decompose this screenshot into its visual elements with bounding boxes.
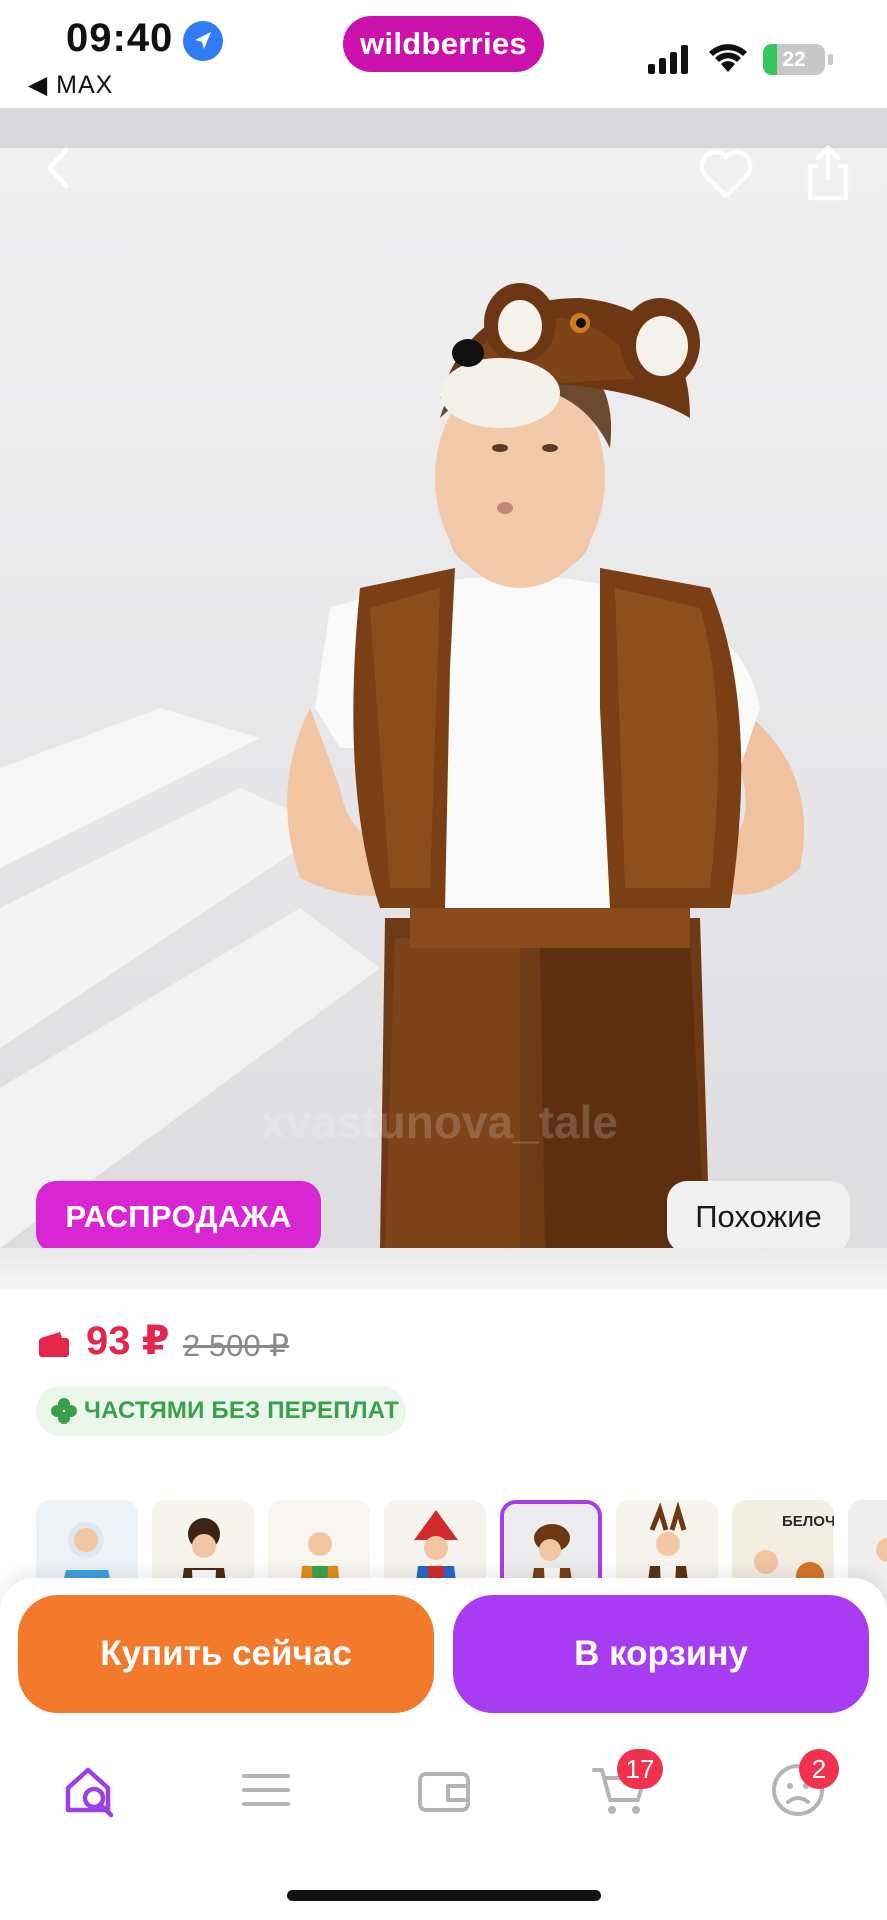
image-watermark: xvastunova_tale [260, 1096, 618, 1148]
favorite-button[interactable] [696, 144, 756, 204]
installment-label: ЧАСТЯМИ БЕЗ ПЕРЕПЛАТ [84, 1397, 399, 1424]
battery-level: 22 [782, 48, 806, 71]
location-arrow-icon [183, 21, 223, 61]
status-time: 09:40 [66, 16, 174, 60]
heart-icon [699, 149, 753, 199]
battery-cap [828, 54, 833, 65]
installment-badge[interactable]: ЧАСТЯМИ БЕЗ ПЕРЕПЛАТ [36, 1386, 406, 1436]
thumbnail-7-title: БЕЛОЧКА [782, 1513, 834, 1530]
battery-icon: 22 [763, 44, 825, 75]
clover-icon [51, 1398, 77, 1424]
brand-logo: wildberries [343, 16, 544, 72]
current-price: 93 ₽ [86, 1319, 170, 1363]
share-button[interactable] [800, 140, 856, 204]
home-indicator [287, 1890, 601, 1901]
share-icon [807, 145, 849, 201]
old-price: 2 500 ₽ [183, 1328, 289, 1363]
buy-now-button[interactable]: Купить сейчас [18, 1595, 434, 1713]
add-to-cart-button[interactable]: В корзину [453, 1595, 869, 1713]
cart-count-badge: 17 [617, 1749, 663, 1789]
profile-notification-badge: 2 [799, 1749, 839, 1789]
sale-badge[interactable]: РАСПРОДАЖА [36, 1181, 321, 1253]
nav-wallet[interactable] [414, 1760, 474, 1820]
nav-home[interactable] [60, 1760, 120, 1820]
product-photo: xvastunova_tale [0, 283, 804, 1248]
back-to-app-link[interactable]: ◀ MAX [28, 70, 113, 100]
status-bar: 09:40 ◀ MAX wildberries 22 [0, 0, 887, 108]
wallet-icon [418, 1772, 470, 1812]
cellular-signal-icon [648, 44, 692, 74]
similar-button[interactable]: Похожие [667, 1181, 850, 1253]
image-top-strip [0, 108, 887, 148]
chevron-left-icon [47, 147, 69, 189]
nav-catalog[interactable] [236, 1760, 296, 1820]
back-button[interactable] [30, 140, 86, 196]
wallet-price-icon [39, 1332, 69, 1357]
catalog-menu-icon [242, 1774, 290, 1806]
home-search-icon [65, 1767, 114, 1818]
image-bottom-shadow [0, 1248, 887, 1290]
wifi-icon [708, 42, 748, 74]
product-image[interactable]: xvastunova_tale [0, 148, 887, 1248]
